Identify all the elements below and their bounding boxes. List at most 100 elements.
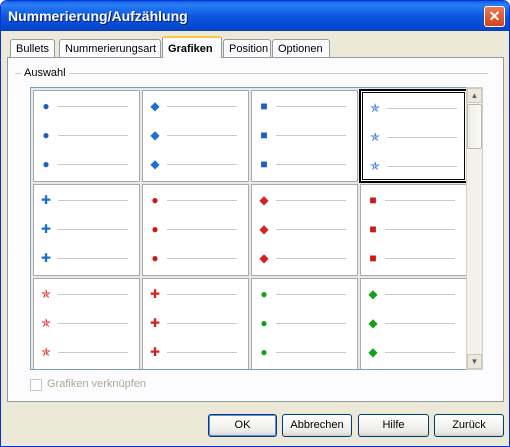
- bullet-preview-row: ✯: [368, 130, 460, 144]
- window-title: Nummerierung/Aufzählung: [8, 8, 188, 24]
- green-ball-bullet-icon: ●: [260, 316, 268, 330]
- bullet-preview-row: ◆: [148, 99, 240, 113]
- bullet-preview-row: ✯: [368, 101, 460, 115]
- ok-button[interactable]: OK: [208, 414, 277, 437]
- red-diamond-bullet-icon: ◆: [259, 222, 269, 236]
- blue-diamond-bullet-icon: ◆: [150, 157, 160, 171]
- tab-position[interactable]: Position: [223, 39, 271, 57]
- close-button[interactable]: ✕: [484, 6, 505, 27]
- tab-optionen[interactable]: Optionen: [272, 39, 330, 57]
- back-button[interactable]: Zurück: [434, 414, 504, 437]
- bullet-style-option[interactable]: ◆ ◆ ◆: [142, 90, 249, 182]
- bullet-preview-row: ◆: [257, 193, 349, 207]
- bullet-preview-row: ◆: [257, 222, 349, 236]
- preview-text-line: [167, 294, 237, 295]
- arrow-down-icon: ▼: [470, 357, 479, 366]
- preview-text-line: [167, 229, 237, 230]
- bullet-preview-row: ✚: [148, 345, 240, 359]
- preview-text-line: [58, 164, 128, 165]
- bullet-gallery: ● ● ● ◆ ◆ ◆ ■ ■ ■ ✯ ✯ ✯ ✚ ✚ ✚ ● ● ● ◆ ◆ ◆ ■ ■ ■ ✯ ✯ ✯ ✚ ✚ ✚ ● ● ● ◆ ◆ ◆: [30, 87, 467, 370]
- help-button[interactable]: Hilfe: [358, 414, 429, 437]
- preview-text-line: [276, 258, 346, 259]
- preview-text-line: [385, 294, 455, 295]
- bullet-style-option[interactable]: ● ● ●: [142, 184, 249, 276]
- bullet-preview-row: ■: [257, 157, 349, 171]
- bullet-style-option[interactable]: ✯ ✯ ✯: [359, 89, 467, 183]
- scroll-up-button[interactable]: ▲: [467, 88, 482, 103]
- preview-text-line: [276, 352, 346, 353]
- bullet-preview-row: ●: [148, 222, 240, 236]
- green-diamond-bullet-icon: ◆: [368, 316, 378, 330]
- preview-text-line: [58, 323, 128, 324]
- arrow-up-icon: ▲: [470, 91, 479, 100]
- bullet-preview-row: ●: [257, 287, 349, 301]
- bullet-style-option[interactable]: ✚ ✚ ✚: [33, 184, 140, 276]
- bullet-preview-row: ●: [39, 128, 131, 142]
- bullet-preview-row: ✯: [39, 316, 131, 330]
- tab-grafiken[interactable]: Grafiken: [162, 36, 222, 58]
- link-graphics-checkbox[interactable]: [30, 379, 42, 391]
- bullet-style-option[interactable]: ■ ■ ■: [251, 90, 358, 182]
- red-cube-bullet-icon: ■: [369, 222, 377, 236]
- preview-text-line: [385, 352, 455, 353]
- bullet-preview-row: ■: [366, 193, 458, 207]
- bullet-preview-row: ✯: [39, 287, 131, 301]
- preview-text-line: [387, 108, 457, 109]
- preview-text-line: [58, 352, 128, 353]
- blue-cross-bullet-icon: ✚: [40, 251, 52, 265]
- bullet-preview-row: ✚: [39, 193, 131, 207]
- preview-text-line: [167, 323, 237, 324]
- bullet-preview-row: ◆: [148, 157, 240, 171]
- preview-text-line: [276, 106, 346, 107]
- red-ball-bullet-icon: ●: [151, 251, 159, 265]
- scroll-thumb[interactable]: [467, 104, 482, 149]
- blue-cross-bullet-icon: ✚: [40, 222, 52, 236]
- green-diamond-bullet-icon: ◆: [368, 345, 378, 359]
- bullet-style-option[interactable]: ✚ ✚ ✚: [142, 278, 249, 369]
- preview-text-line: [58, 229, 128, 230]
- red-star-bullet-icon: ✯: [40, 287, 52, 301]
- tab-bullets[interactable]: Bullets: [10, 39, 55, 57]
- bullet-style-option[interactable]: ✯ ✯ ✯: [33, 278, 140, 369]
- preview-text-line: [385, 200, 455, 201]
- tab-label: Grafiken: [168, 43, 213, 55]
- green-ball-bullet-icon: ●: [260, 287, 268, 301]
- close-icon: ✕: [488, 8, 501, 24]
- green-diamond-bullet-icon: ◆: [368, 287, 378, 301]
- cancel-button[interactable]: Abbrechen: [282, 414, 352, 437]
- preview-text-line: [385, 229, 455, 230]
- gallery-scrollbar[interactable]: ▲ ▼: [466, 87, 483, 370]
- red-star-bullet-icon: ✯: [40, 345, 52, 359]
- blue-star-bullet-icon: ✯: [369, 130, 381, 144]
- blue-star-bullet-icon: ✯: [369, 159, 381, 173]
- blue-star-bullet-icon: ✯: [369, 101, 381, 115]
- preview-text-line: [276, 294, 346, 295]
- title-bar[interactable]: Nummerierung/Aufzählung ✕: [1, 1, 509, 31]
- preview-text-line: [167, 352, 237, 353]
- bullet-style-option[interactable]: ● ● ●: [251, 278, 358, 369]
- bullet-style-option[interactable]: ● ● ●: [33, 90, 140, 182]
- bullet-preview-row: ■: [257, 128, 349, 142]
- bullet-preview-row: ✯: [368, 159, 460, 173]
- bullet-style-option[interactable]: ■ ■ ■: [360, 184, 467, 276]
- red-ball-bullet-icon: ●: [151, 193, 159, 207]
- tab-label: Bullets: [16, 43, 50, 55]
- preview-text-line: [276, 229, 346, 230]
- blue-diamond-bullet-icon: ◆: [150, 99, 160, 113]
- preview-text-line: [58, 258, 128, 259]
- preview-text-line: [385, 323, 455, 324]
- preview-text-line: [167, 164, 237, 165]
- bullet-preview-row: ◆: [148, 128, 240, 142]
- blue-ball-bullet-icon: ●: [42, 128, 50, 142]
- bullet-preview-row: ◆: [257, 251, 349, 265]
- preview-text-line: [167, 135, 237, 136]
- scroll-down-button[interactable]: ▼: [467, 354, 482, 369]
- preview-text-line: [276, 164, 346, 165]
- red-star-bullet-icon: ✯: [40, 316, 52, 330]
- bullet-style-option[interactable]: ◆ ◆ ◆: [360, 278, 467, 369]
- tab-nummerierungsart[interactable]: Nummerierungsart: [59, 39, 161, 57]
- tab-label: Position: [229, 43, 269, 55]
- bullet-style-option[interactable]: ◆ ◆ ◆: [251, 184, 358, 276]
- dialog-window: Nummerierung/Aufzählung ✕ Bullets Nummer…: [0, 0, 510, 447]
- bullet-preview-row: ●: [148, 193, 240, 207]
